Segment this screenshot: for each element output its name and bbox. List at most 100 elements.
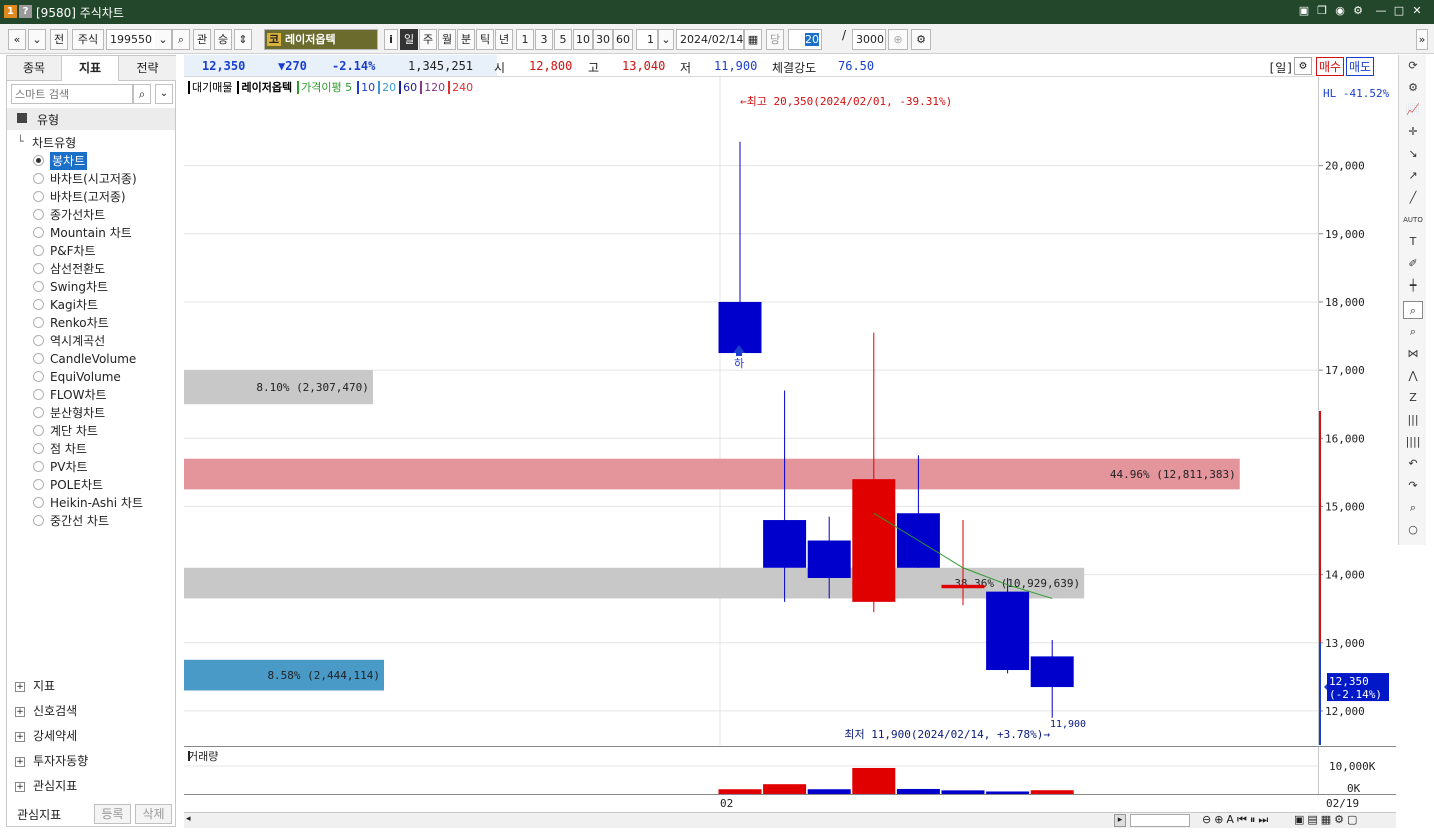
eraser-icon[interactable]: ✐ — [1403, 255, 1423, 273]
tab-stocks[interactable]: 종목 — [7, 56, 62, 81]
period-month-tab[interactable]: 월 — [438, 29, 456, 50]
price-axis[interactable]: HL -41.52% 12,000 13,000 14,000 15,000 16,000… — [1318, 77, 1396, 745]
gear-icon[interactable]: ⚙ — [1403, 79, 1423, 97]
expand-plus-icon[interactable]: + — [15, 681, 25, 692]
radio-icon[interactable] — [33, 371, 44, 382]
expand-plus-icon[interactable]: + — [15, 731, 25, 742]
register-button[interactable]: 등록 — [94, 804, 131, 824]
radio-icon[interactable] — [33, 335, 44, 346]
pattern-icon[interactable]: ⋀ — [1403, 367, 1423, 385]
period-minute-tab[interactable]: 분 — [457, 29, 475, 50]
zoom-list-icon[interactable]: ⌕ — [1403, 323, 1423, 341]
radio-icon[interactable] — [33, 497, 44, 508]
minute-30-button[interactable]: 30 — [593, 29, 613, 50]
zoom-controls-icon[interactable]: ⊖⊕A⏮⏸⏭ — [1202, 813, 1271, 827]
total-count-input[interactable]: 3000 — [852, 29, 886, 50]
zoom-slider[interactable] — [1130, 814, 1190, 827]
calendar-icon[interactable]: ▦ — [744, 29, 762, 50]
scroll-right-icon[interactable]: ▸ — [1114, 814, 1126, 827]
candle-icon[interactable]: ┿ — [1403, 277, 1423, 295]
legend-item[interactable]: 20 — [378, 81, 397, 94]
copy-icon[interactable]: ❐ — [1315, 4, 1329, 18]
minute-60-button[interactable]: 60 — [613, 29, 633, 50]
section-header[interactable]: 유형 — [7, 108, 175, 130]
all-button[interactable]: 전 — [50, 29, 68, 50]
minute-10-button[interactable]: 10 — [573, 29, 593, 50]
radio-icon[interactable] — [33, 353, 44, 364]
tab-strategy[interactable]: 전략 — [119, 56, 176, 81]
radio-icon[interactable] — [33, 227, 44, 238]
period-day-tab[interactable]: 일 — [400, 29, 418, 50]
group-item[interactable]: + 신호검색 — [15, 700, 77, 722]
circle-icon[interactable]: ○ — [1403, 521, 1423, 539]
today-button[interactable]: 당 — [766, 29, 784, 50]
legend-item[interactable]: 가격이평 5 — [297, 81, 353, 94]
arrow-up-icon[interactable]: ↗ — [1403, 167, 1423, 185]
legend-item[interactable]: 10 — [357, 81, 376, 94]
undo-icon[interactable]: ↶ — [1403, 455, 1423, 473]
radio-icon[interactable] — [33, 461, 44, 472]
up-button[interactable]: 승 — [214, 29, 232, 50]
group-item[interactable]: + 관심지표 — [15, 775, 77, 797]
crosshair-icon[interactable]: ✛ — [1403, 123, 1423, 141]
fibonacci-icon[interactable]: ⋈ — [1403, 345, 1423, 363]
count-input[interactable]: 20 — [788, 29, 822, 50]
radio-icon[interactable] — [33, 209, 44, 220]
legend-item[interactable]: 60 — [399, 81, 418, 94]
refresh-icon[interactable]: ⟳ — [1403, 57, 1423, 75]
buy-button[interactable]: 매수 — [1316, 57, 1345, 76]
group-item[interactable]: + 투자자동향 — [15, 750, 88, 772]
info-button[interactable]: i — [384, 29, 398, 50]
minute-1-button[interactable]: 1 — [516, 29, 534, 50]
cycle-lines-icon[interactable]: |||| — [1403, 433, 1423, 451]
chevron-down-icon[interactable]: ⌄ — [155, 84, 173, 104]
chart-scrollbar[interactable]: ◂ ▸ ⊖⊕A⏮⏸⏭ ▣▤▦⚙▢ — [184, 812, 1396, 828]
delete-button[interactable]: 삭제 — [135, 804, 172, 824]
minimize-icon[interactable]: — — [1374, 4, 1388, 18]
radio-icon[interactable] — [33, 443, 44, 454]
radio-icon[interactable] — [33, 263, 44, 274]
zoom-add-icon[interactable]: ⊕ — [888, 29, 908, 50]
radio-icon[interactable] — [33, 299, 44, 310]
radio-icon[interactable] — [33, 425, 44, 436]
settings-gear-icon[interactable]: ⚙ — [911, 29, 931, 50]
period-tick-tab[interactable]: 틱 — [476, 29, 494, 50]
expand-plus-icon[interactable]: + — [15, 756, 25, 767]
updown-icon[interactable]: ⇕ — [234, 29, 252, 50]
group-item[interactable]: + 지표 — [15, 675, 55, 697]
chevron-down-icon[interactable]: ⌄ — [28, 29, 46, 50]
volume-chart[interactable]: 거래량 — [184, 746, 1318, 794]
radio-icon[interactable] — [33, 155, 44, 166]
legend-item[interactable]: 대기매물 — [188, 81, 233, 94]
layout-icon[interactable]: ▣ — [1297, 4, 1311, 18]
expand-icon[interactable]: » — [1416, 29, 1428, 50]
search-icon[interactable]: ⌕ — [133, 84, 151, 104]
redo-icon[interactable]: ↷ — [1403, 477, 1423, 495]
vertical-lines-icon[interactable]: ||| — [1403, 411, 1423, 429]
expand-plus-icon[interactable]: + — [15, 781, 25, 792]
radio-icon[interactable] — [33, 407, 44, 418]
legend-item[interactable]: 240 — [448, 81, 474, 94]
interval-input[interactable]: 1 — [636, 29, 658, 50]
minute-3-button[interactable]: 3 — [535, 29, 553, 50]
code-dropdown-icon[interactable]: ⌄ — [155, 29, 172, 50]
maximize-icon[interactable]: □ — [1392, 4, 1406, 18]
line-icon[interactable]: ╱ — [1403, 189, 1423, 207]
radio-icon[interactable] — [33, 281, 44, 292]
text-icon[interactable]: T — [1403, 233, 1423, 251]
help-icon[interactable]: ? — [19, 5, 32, 18]
search-icon[interactable]: ⌕ — [172, 29, 190, 50]
camera-icon[interactable]: ◉ — [1333, 4, 1347, 18]
tab-indicators[interactable]: 지표 — [62, 56, 119, 81]
radio-icon[interactable] — [33, 245, 44, 256]
period-week-tab[interactable]: 주 — [419, 29, 437, 50]
zoom-info-icon[interactable]: ⌕ — [1403, 301, 1423, 319]
minute-5-button[interactable]: 5 — [554, 29, 572, 50]
radio-icon[interactable] — [33, 317, 44, 328]
radio-icon[interactable] — [33, 173, 44, 184]
market-select[interactable]: 주식 — [72, 29, 104, 50]
prev-prev-button[interactable]: « — [8, 29, 26, 50]
smart-search-input[interactable] — [11, 84, 133, 104]
group-item[interactable]: + 강세약세 — [15, 725, 77, 747]
gear-icon[interactable]: ⚙ — [1351, 4, 1365, 18]
